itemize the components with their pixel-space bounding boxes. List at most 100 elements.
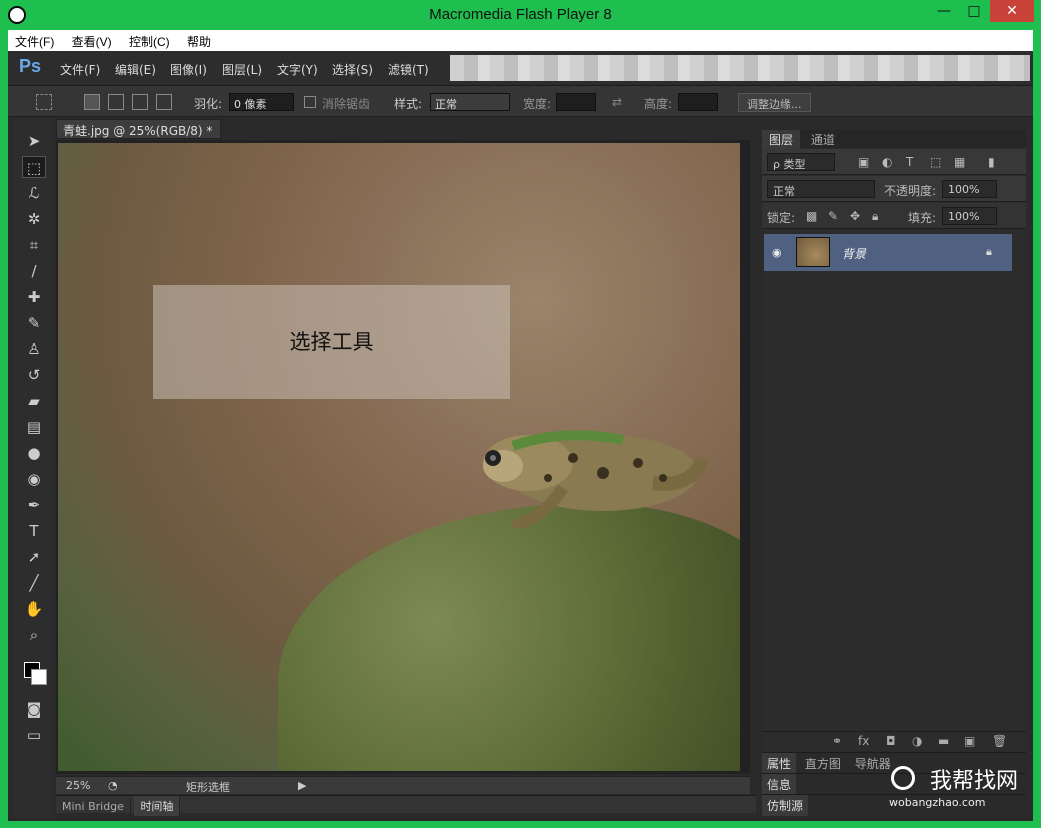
lasso-tool-icon[interactable]: ℒ <box>22 182 46 204</box>
type-tool-icon[interactable]: T <box>22 520 46 542</box>
hand-tool-icon[interactable]: ✋ <box>22 598 46 620</box>
brush-tool-icon[interactable]: ✎ <box>22 312 46 334</box>
blur-tool-icon[interactable]: ● <box>22 442 46 464</box>
subtract-selection-icon[interactable] <box>132 94 148 110</box>
new-layer-icon[interactable]: ▣ <box>964 734 975 748</box>
magic-wand-tool-icon[interactable]: ✲ <box>22 208 46 230</box>
ps-menu-layer[interactable]: 图层(L) <box>222 61 262 78</box>
blend-mode-select[interactable]: 正常 <box>767 180 875 198</box>
move-tool-icon[interactable]: ➤ <box>22 130 46 152</box>
delete-layer-icon[interactable]: 🗑︎ <box>992 734 1007 748</box>
window-titlebar: Macromedia Flash Player 8 — □ ✕ <box>0 0 1041 30</box>
tab-properties[interactable]: 属性 <box>762 753 797 774</box>
clone-stamp-tool-icon[interactable]: ♙ <box>22 338 46 360</box>
layer-lock-icon: 🔒︎ <box>986 245 992 258</box>
flash-menu-file[interactable]: 文件(F) <box>8 30 61 53</box>
lock-pixels-icon[interactable]: ▩ <box>806 209 817 223</box>
link-layers-icon[interactable]: ⚭ <box>832 734 842 748</box>
tab-mini-bridge[interactable]: Mini Bridge <box>56 798 131 815</box>
document-tab[interactable]: 青蛙.jpg @ 25%(RGB/8) * × <box>56 119 221 153</box>
intersect-selection-icon[interactable] <box>156 94 172 110</box>
color-swatches-icon[interactable] <box>22 652 47 686</box>
ps-menu-edit[interactable]: 编辑(E) <box>115 61 156 78</box>
status-info-icon[interactable]: ◔ <box>108 779 118 792</box>
add-selection-icon[interactable] <box>108 94 124 110</box>
adjustment-layer-icon[interactable]: ◑ <box>912 734 922 748</box>
layers-panel-footer: ⚭ fx ◘ ◑ ▬ ▣ 🗑︎ <box>762 731 1026 751</box>
filter-adjust-icon[interactable]: ◐ <box>882 155 892 169</box>
antialias-label: 消除锯齿 <box>322 97 371 111</box>
dodge-tool-icon[interactable]: ◉ <box>22 468 46 490</box>
pen-tool-icon[interactable]: ✒ <box>22 494 46 516</box>
flash-menu-help[interactable]: 帮助 <box>180 30 218 53</box>
height-input[interactable] <box>678 93 718 111</box>
crop-tool-icon[interactable]: ⌗ <box>22 234 46 256</box>
new-selection-icon[interactable] <box>84 94 100 110</box>
flash-menu-control[interactable]: 控制(C) <box>122 30 177 53</box>
refine-edge-button[interactable]: 调整边缘... <box>738 93 811 112</box>
tab-layers[interactable]: 图层 <box>762 130 801 149</box>
filter-image-icon[interactable]: ▣ <box>858 155 869 169</box>
layer-thumbnail <box>796 237 830 267</box>
photoshop-window: Ps 文件(F) 编辑(E) 图像(I) 图层(L) 文字(Y) 选择(S) 滤… <box>8 51 1033 821</box>
ps-menu-image[interactable]: 图像(I) <box>170 61 207 78</box>
filter-type-icon[interactable]: T <box>906 155 913 169</box>
flash-menu-view[interactable]: 查看(V) <box>65 30 119 53</box>
ps-menu-file[interactable]: 文件(F) <box>60 61 100 78</box>
style-select[interactable]: 正常 <box>430 93 510 111</box>
minimize-button[interactable]: — <box>930 0 958 22</box>
swap-icon[interactable]: ⇄ <box>612 95 622 109</box>
layer-filter-row: ρ 类型 ▣ ◐ T ⬚ ▦ ▮ <box>762 149 1026 175</box>
ps-menu-type[interactable]: 文字(Y) <box>277 61 318 78</box>
layer-row-background[interactable]: ◉ 背景 🔒︎ <box>764 234 1012 271</box>
quick-mask-icon[interactable]: ◙ <box>22 698 46 720</box>
options-bar: 羽化: 0 像素 消除锯齿 样式: 正常 宽度: ⇄ 高度: 调整边缘... <box>8 85 1033 117</box>
zoom-level[interactable]: 25% <box>66 779 90 792</box>
close-button[interactable]: ✕ <box>990 0 1034 22</box>
marquee-tool-icon[interactable]: ⬚ <box>22 156 46 178</box>
tab-clone-source[interactable]: 仿制源 <box>762 795 809 816</box>
ps-menu-filter[interactable]: 滤镜(T) <box>388 61 429 78</box>
filter-smart-icon[interactable]: ▦ <box>954 155 965 169</box>
new-group-icon[interactable]: ▬ <box>938 734 949 748</box>
line-tool-icon[interactable]: ╱ <box>22 572 46 594</box>
lock-paint-icon[interactable]: ✎ <box>828 209 838 223</box>
gradient-tool-icon[interactable]: ▤ <box>22 416 46 438</box>
eraser-tool-icon[interactable]: ▰ <box>22 390 46 412</box>
tab-channels[interactable]: 通道 <box>804 130 842 149</box>
zoom-tool-icon[interactable]: ⌕ <box>22 624 46 646</box>
lock-position-icon[interactable]: ✥ <box>850 209 860 223</box>
fill-input[interactable]: 100% <box>942 207 997 225</box>
layer-filter-select[interactable]: ρ 类型 <box>767 153 835 171</box>
tab-histogram[interactable]: 直方图 <box>800 753 846 774</box>
layer-name[interactable]: 背景 <box>842 245 866 262</box>
filter-shape-icon[interactable]: ⬚ <box>930 155 941 169</box>
status-arrow-icon[interactable]: ▶ <box>298 779 306 792</box>
blurred-menu-area <box>450 55 1030 81</box>
history-brush-tool-icon[interactable]: ↺ <box>22 364 46 386</box>
ps-menu-select[interactable]: 选择(S) <box>332 61 373 78</box>
tab-info[interactable]: 信息 <box>762 774 797 795</box>
marquee-preset-icon[interactable] <box>36 94 52 110</box>
width-label: 宽度: <box>523 97 552 111</box>
visibility-eye-icon[interactable]: ◉ <box>772 246 782 259</box>
maximize-button[interactable]: □ <box>960 0 988 22</box>
canvas-area[interactable]: 选择工具 <box>56 140 750 774</box>
healing-brush-tool-icon[interactable]: ✚ <box>22 286 46 308</box>
opacity-input[interactable]: 100% <box>942 180 997 198</box>
path-selection-tool-icon[interactable]: ➚ <box>22 546 46 568</box>
eyedropper-tool-icon[interactable]: ∕ <box>22 260 46 282</box>
tab-timeline[interactable]: 时间轴 <box>134 796 181 816</box>
frog <box>483 430 710 528</box>
magnifier-icon <box>891 766 915 790</box>
feather-input[interactable]: 0 像素 <box>229 93 294 111</box>
layer-style-icon[interactable]: fx <box>858 734 869 748</box>
ps-logo: Ps <box>19 56 42 76</box>
lock-all-icon[interactable]: 🔒︎ <box>872 209 878 224</box>
antialias-checkbox[interactable] <box>304 96 316 108</box>
fill-label: 填充: <box>908 211 937 225</box>
filter-toggle-icon[interactable]: ▮ <box>988 155 995 169</box>
screen-mode-icon[interactable]: ▭ <box>22 724 46 746</box>
add-mask-icon[interactable]: ◘ <box>886 734 896 748</box>
width-input[interactable] <box>556 93 596 111</box>
